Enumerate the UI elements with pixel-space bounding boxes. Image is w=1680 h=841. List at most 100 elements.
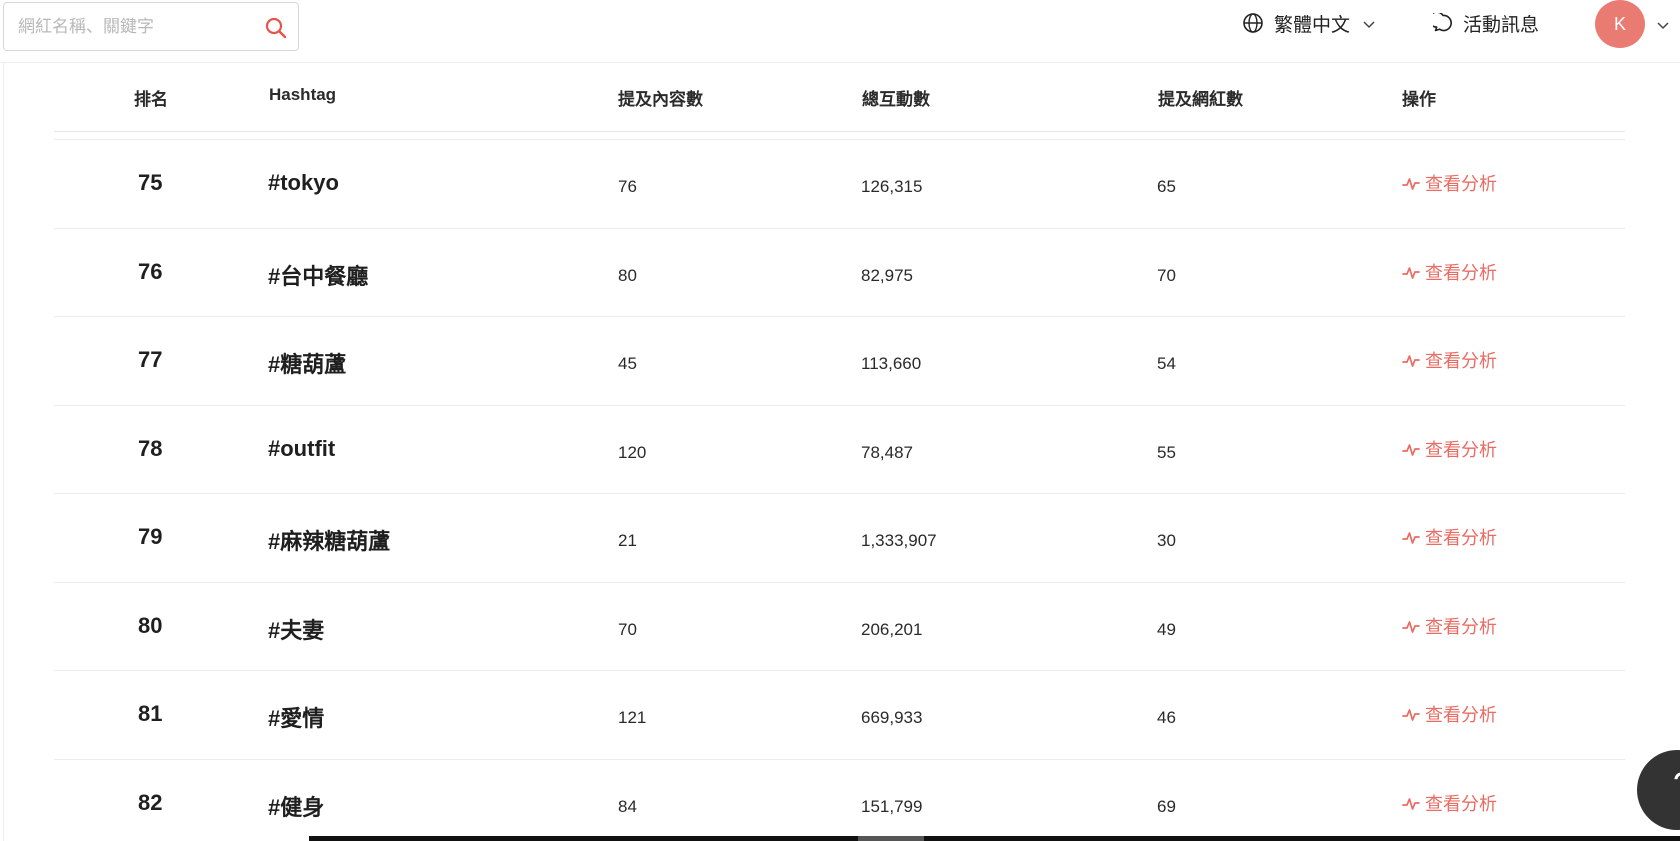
hashtag-cell: #outfit <box>268 435 336 461</box>
pulse-icon <box>1402 794 1420 812</box>
interactions-cell: 1,333,907 <box>861 531 937 550</box>
hashtag-cell: #台中餐廳 <box>268 263 369 289</box>
rank-cell: 77 <box>138 347 163 372</box>
language-selector[interactable]: 繁體中文 <box>1242 8 1376 38</box>
content-left-border <box>3 62 4 841</box>
pulse-icon <box>1402 351 1420 369</box>
search-icon[interactable] <box>264 16 288 40</box>
hashtag-ranking-table: 排名 Hashtag 提及內容數 總互動數 提及網紅數 操作 75 #tokyo… <box>54 63 1625 841</box>
column-header-hashtag: Hashtag <box>269 85 337 104</box>
table-row: 75 #tokyo 76 126,315 65 查看分析 <box>54 140 1625 229</box>
event-notice-link[interactable]: 活動訊息 <box>1428 8 1540 38</box>
page: 繁體中文 活動訊息 K 排名 Hashtag 提及內容數 總互動數 提及網紅數 … <box>0 0 1680 841</box>
content-count-cell: 120 <box>618 442 647 462</box>
view-analysis-label: 查看分析 <box>1425 174 1497 195</box>
content-count-cell: 121 <box>618 708 647 727</box>
hashtag-cell: #愛情 <box>268 706 325 731</box>
kol-count-cell: 54 <box>1157 354 1176 373</box>
table-row: 79 #麻辣糖葫蘆 21 1,333,907 30 查看分析 <box>54 494 1625 583</box>
content-count-cell: 84 <box>618 796 637 816</box>
content-count-cell: 70 <box>618 619 637 639</box>
view-analysis-label: 查看分析 <box>1425 705 1497 726</box>
pulse-icon <box>1402 263 1420 281</box>
content-count-cell: 45 <box>618 354 637 373</box>
help-button[interactable]: ? <box>1637 750 1680 830</box>
column-header-interactions: 總互動數 <box>862 90 930 109</box>
hashtag-cell: #夫妻 <box>268 617 325 643</box>
pulse-icon <box>1402 617 1420 635</box>
view-analysis-link[interactable]: 查看分析 <box>1402 436 1497 462</box>
view-analysis-link[interactable]: 查看分析 <box>1402 701 1497 727</box>
chevron-down-icon <box>1362 16 1376 30</box>
column-header-kol-count: 提及網紅數 <box>1158 90 1243 109</box>
top-bar: 繁體中文 活動訊息 K <box>0 0 1680 62</box>
rank-cell: 76 <box>138 258 163 284</box>
kol-count-cell: 55 <box>1157 442 1176 462</box>
rank-cell: 78 <box>138 435 163 461</box>
view-analysis-label: 查看分析 <box>1425 616 1497 638</box>
interactions-cell: 126,315 <box>861 177 923 196</box>
view-analysis-label: 查看分析 <box>1425 439 1497 461</box>
table-row: 81 #愛情 121 669,933 46 查看分析 <box>54 671 1625 760</box>
table-row: 76 #台中餐廳 80 82,975 70 查看分析 <box>54 229 1625 317</box>
interactions-cell: 113,660 <box>861 354 922 373</box>
kol-count-cell: 69 <box>1157 796 1176 816</box>
scrollbar-thumb[interactable] <box>858 836 924 841</box>
view-analysis-link[interactable]: 查看分析 <box>1402 170 1497 196</box>
pulse-icon <box>1402 705 1420 723</box>
view-analysis-label: 查看分析 <box>1425 262 1497 284</box>
horizontal-scrollbar[interactable] <box>309 836 1680 841</box>
interactions-cell: 151,799 <box>861 796 923 816</box>
kol-count-cell: 70 <box>1157 265 1176 285</box>
rank-cell: 81 <box>138 701 163 726</box>
rank-cell: 82 <box>138 789 163 815</box>
globe-icon <box>1242 12 1264 34</box>
hashtag-cell: #糖葫蘆 <box>268 352 347 377</box>
kol-count-cell: 46 <box>1157 708 1176 727</box>
message-bubble-icon <box>1428 11 1453 33</box>
pulse-icon <box>1402 528 1420 546</box>
table-row: 77 #糖葫蘆 45 113,660 54 查看分析 <box>54 317 1625 406</box>
kol-count-cell: 49 <box>1157 619 1176 639</box>
view-analysis-link[interactable]: 查看分析 <box>1402 613 1497 639</box>
table-row: 78 #outfit 120 78,487 55 查看分析 <box>54 406 1625 494</box>
interactions-cell: 669,933 <box>861 708 923 727</box>
user-avatar[interactable]: K <box>1595 0 1645 48</box>
view-analysis-link[interactable]: 查看分析 <box>1402 347 1497 373</box>
table-row: 82 #健身 84 151,799 69 查看分析 <box>54 760 1625 841</box>
rank-cell: 80 <box>138 612 163 638</box>
language-label: 繁體中文 <box>1274 13 1351 36</box>
rank-cell: 79 <box>138 524 163 549</box>
table-header: 排名 Hashtag 提及內容數 總互動數 提及網紅數 操作 <box>54 63 1625 132</box>
table-row: 80 #夫妻 70 206,201 49 查看分析 <box>54 583 1625 671</box>
hashtag-cell: #麻辣糖葫蘆 <box>268 529 391 554</box>
view-analysis-link[interactable]: 查看分析 <box>1402 790 1497 816</box>
kol-count-cell: 65 <box>1157 177 1176 196</box>
column-header-content-count: 提及內容數 <box>618 90 703 109</box>
column-header-rank: 排名 <box>134 90 168 109</box>
content-count-cell: 80 <box>618 265 637 285</box>
rank-cell: 75 <box>138 170 163 195</box>
pulse-icon <box>1402 440 1420 458</box>
hashtag-cell: #tokyo <box>268 170 339 195</box>
header-divider <box>54 132 1625 140</box>
column-header-action: 操作 <box>1402 90 1436 109</box>
interactions-cell: 82,975 <box>861 265 913 285</box>
event-notice-label: 活動訊息 <box>1463 13 1540 36</box>
interactions-cell: 206,201 <box>861 619 923 639</box>
kol-count-cell: 30 <box>1157 531 1176 550</box>
interactions-cell: 78,487 <box>861 442 913 462</box>
content-count-cell: 76 <box>618 177 637 196</box>
content-count-cell: 21 <box>618 531 637 550</box>
view-analysis-label: 查看分析 <box>1425 528 1497 549</box>
account-chevron-down-icon[interactable] <box>1656 17 1670 31</box>
search-box[interactable] <box>3 2 299 51</box>
view-analysis-link[interactable]: 查看分析 <box>1402 524 1497 550</box>
search-input[interactable] <box>18 3 248 50</box>
pulse-icon <box>1402 174 1420 192</box>
view-analysis-label: 查看分析 <box>1425 351 1497 372</box>
view-analysis-label: 查看分析 <box>1425 793 1497 815</box>
view-analysis-link[interactable]: 查看分析 <box>1402 259 1497 285</box>
table-body: 75 #tokyo 76 126,315 65 查看分析 76 #台中餐廳 80… <box>54 140 1625 841</box>
hashtag-cell: #健身 <box>268 794 325 820</box>
